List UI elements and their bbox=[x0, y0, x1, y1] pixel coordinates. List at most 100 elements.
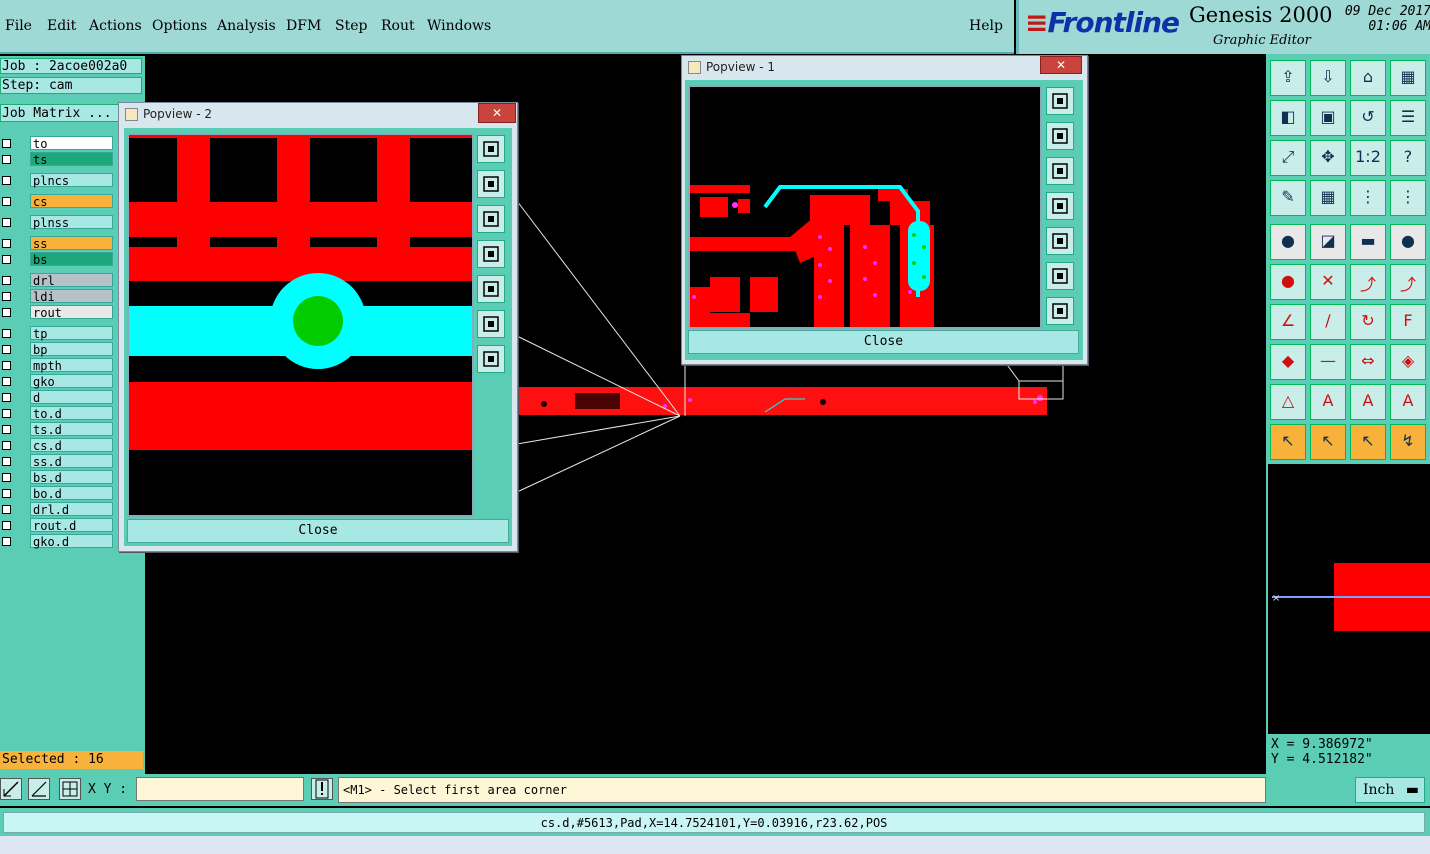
tool-button-27[interactable]: ↻ bbox=[1350, 304, 1386, 340]
layer-label[interactable]: ss.d bbox=[30, 454, 113, 469]
layer-row-cs-d[interactable]: cs.d bbox=[0, 438, 115, 453]
overview-window[interactable]: × bbox=[1266, 464, 1430, 734]
layer-row-ss[interactable]: ss bbox=[0, 236, 115, 251]
layer-label[interactable]: cs.d bbox=[30, 438, 113, 453]
view-tool-button[interactable] bbox=[1046, 122, 1074, 150]
tool-button-8[interactable]: ☰ bbox=[1390, 100, 1426, 136]
layer-label[interactable]: to bbox=[30, 136, 113, 151]
layer-checkbox[interactable] bbox=[2, 537, 11, 546]
layer-checkbox[interactable] bbox=[2, 239, 11, 248]
layer-row-cs[interactable]: cs bbox=[0, 194, 115, 209]
tool-button-25[interactable]: ∠ bbox=[1270, 304, 1306, 340]
layer-row-drl-d[interactable]: drl.d bbox=[0, 502, 115, 517]
tool-button-2[interactable]: ⇩ bbox=[1310, 60, 1346, 96]
layer-row-bo-d[interactable]: bo.d bbox=[0, 486, 115, 501]
menu-analysis[interactable]: Analysis bbox=[217, 18, 276, 34]
menu-actions[interactable]: Actions bbox=[89, 18, 142, 34]
layer-row-plnss[interactable]: plnss bbox=[0, 215, 115, 230]
layer-label[interactable]: drl.d bbox=[30, 502, 113, 517]
tool-button-6[interactable]: ▣ bbox=[1310, 100, 1346, 136]
layer-row-d[interactable]: d bbox=[0, 390, 115, 405]
tool-button-20[interactable]: ● bbox=[1390, 224, 1426, 260]
layer-row-ldi[interactable]: ldi bbox=[0, 289, 115, 304]
layer-row-tp[interactable]: tp bbox=[0, 326, 115, 341]
tool-button-15[interactable]: ⋮ bbox=[1350, 180, 1386, 216]
menu-windows[interactable]: Windows bbox=[427, 18, 491, 34]
menu-help[interactable]: Help bbox=[969, 18, 1003, 34]
view-tool-button[interactable] bbox=[477, 310, 505, 338]
menu-file[interactable]: File bbox=[5, 18, 32, 34]
popview-1-close-button[interactable]: Close bbox=[688, 330, 1079, 354]
layer-checkbox[interactable] bbox=[2, 292, 11, 301]
layer-row-to[interactable]: to bbox=[0, 136, 115, 151]
tool-button-22[interactable]: ✕ bbox=[1310, 264, 1346, 300]
tool-button-9[interactable]: ⤢ bbox=[1270, 140, 1306, 176]
layer-row-drl[interactable]: drl bbox=[0, 273, 115, 288]
tool-button-18[interactable]: ◪ bbox=[1310, 224, 1346, 260]
tool-button-16[interactable]: ⋮ bbox=[1390, 180, 1426, 216]
view-tool-button[interactable] bbox=[1046, 262, 1074, 290]
view-tool-button[interactable] bbox=[1046, 157, 1074, 185]
tool-button-24[interactable]: ⤴ bbox=[1390, 264, 1426, 300]
view-tool-button[interactable] bbox=[477, 205, 505, 233]
tool-button-34[interactable]: A bbox=[1310, 384, 1346, 420]
alert-button[interactable] bbox=[311, 778, 333, 800]
layer-checkbox[interactable] bbox=[2, 441, 11, 450]
menu-step[interactable]: Step bbox=[335, 18, 367, 34]
view-tool-button[interactable] bbox=[477, 275, 505, 303]
layer-checkbox[interactable] bbox=[2, 255, 11, 264]
tool-button-21[interactable]: ● bbox=[1270, 264, 1306, 300]
snap-button[interactable] bbox=[0, 778, 22, 800]
tool-button-37[interactable]: ↖ bbox=[1270, 424, 1306, 460]
layer-row-gko[interactable]: gko bbox=[0, 374, 115, 389]
layer-label[interactable]: ss bbox=[30, 236, 113, 251]
menu-options[interactable]: Options bbox=[152, 18, 207, 34]
tool-button-1[interactable]: ⇪ bbox=[1270, 60, 1306, 96]
layer-checkbox[interactable] bbox=[2, 329, 11, 338]
layer-label[interactable]: rout bbox=[30, 305, 113, 320]
layer-checkbox[interactable] bbox=[2, 345, 11, 354]
view-tool-button[interactable] bbox=[477, 135, 505, 163]
layer-checkbox[interactable] bbox=[2, 393, 11, 402]
layer-checkbox[interactable] bbox=[2, 197, 11, 206]
view-tool-button[interactable] bbox=[477, 170, 505, 198]
tool-button-5[interactable]: ◧ bbox=[1270, 100, 1306, 136]
tool-button-31[interactable]: ⇔ bbox=[1350, 344, 1386, 380]
layer-checkbox[interactable] bbox=[2, 276, 11, 285]
xy-input[interactable] bbox=[136, 777, 304, 801]
tool-button-4[interactable]: ▦ bbox=[1390, 60, 1426, 96]
tool-button-19[interactable]: ▬ bbox=[1350, 224, 1386, 260]
layer-checkbox[interactable] bbox=[2, 489, 11, 498]
tool-button-13[interactable]: ✎ bbox=[1270, 180, 1306, 216]
layer-label[interactable]: cs bbox=[30, 194, 113, 209]
tool-button-28[interactable]: F bbox=[1390, 304, 1426, 340]
layer-row-bp[interactable]: bp bbox=[0, 342, 115, 357]
tool-button-35[interactable]: A bbox=[1350, 384, 1386, 420]
layer-checkbox[interactable] bbox=[2, 218, 11, 227]
popview-1-titlebar[interactable]: Popview - 1 bbox=[682, 56, 1087, 78]
layer-row-gko-d[interactable]: gko.d bbox=[0, 534, 115, 549]
layer-checkbox[interactable] bbox=[2, 409, 11, 418]
layer-label[interactable]: rout.d bbox=[30, 518, 113, 533]
layer-checkbox[interactable] bbox=[2, 521, 11, 530]
popview-2-canvas[interactable] bbox=[127, 133, 474, 517]
tool-button-11[interactable]: 1:2 bbox=[1350, 140, 1386, 176]
layer-row-rout[interactable]: rout bbox=[0, 305, 115, 320]
menu-rout[interactable]: Rout bbox=[381, 18, 415, 34]
layer-label[interactable]: d bbox=[30, 390, 113, 405]
tool-button-29[interactable]: ◆ bbox=[1270, 344, 1306, 380]
layer-label[interactable]: bp bbox=[30, 342, 113, 357]
layer-label[interactable]: tp bbox=[30, 326, 113, 341]
layer-row-mpth[interactable]: mpth bbox=[0, 358, 115, 373]
layer-row-plncs[interactable]: plncs bbox=[0, 173, 115, 188]
tool-button-40[interactable]: ↯ bbox=[1390, 424, 1426, 460]
layer-row-rout-d[interactable]: rout.d bbox=[0, 518, 115, 533]
layer-row-bs-d[interactable]: bs.d bbox=[0, 470, 115, 485]
tool-button-32[interactable]: ◈ bbox=[1390, 344, 1426, 380]
layer-label[interactable]: ts bbox=[30, 152, 113, 167]
layer-row-to-d[interactable]: to.d bbox=[0, 406, 115, 421]
view-tool-button[interactable] bbox=[1046, 192, 1074, 220]
tool-button-3[interactable]: ⌂ bbox=[1350, 60, 1386, 96]
layer-row-bs[interactable]: bs bbox=[0, 252, 115, 267]
measure-button[interactable] bbox=[28, 778, 50, 800]
